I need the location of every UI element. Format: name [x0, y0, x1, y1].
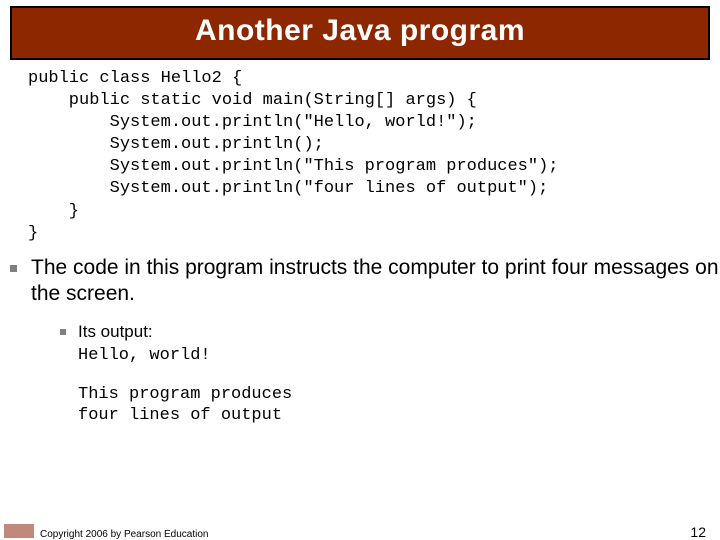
main-bullet-row: The code in this program instructs the c… — [10, 255, 720, 308]
footer-graphic — [4, 524, 34, 538]
output-first-line: Hello, world! — [78, 346, 211, 365]
code-block: public class Hello2 { public static void… — [28, 68, 720, 245]
bullet-icon — [10, 265, 17, 272]
footer: Copyright 2006 by Pearson Education 12 — [0, 524, 720, 540]
copyright-text: Copyright 2006 by Pearson Education — [40, 529, 208, 540]
sub-bullet-text: Its output: Hello, world! — [78, 321, 211, 366]
main-bullet-text: The code in this program instructs the c… — [31, 255, 720, 308]
sub-bullet-row: Its output: Hello, world! — [60, 321, 720, 366]
title-bar: Another Java program — [10, 6, 710, 60]
footer-left: Copyright 2006 by Pearson Education — [0, 524, 208, 540]
page-number: 12 — [690, 524, 706, 540]
bullet-icon — [60, 329, 66, 335]
output-block: This program produces four lines of outp… — [78, 384, 720, 427]
slide-title: Another Java program — [195, 14, 525, 47]
sub-label: Its output: — [78, 322, 153, 341]
